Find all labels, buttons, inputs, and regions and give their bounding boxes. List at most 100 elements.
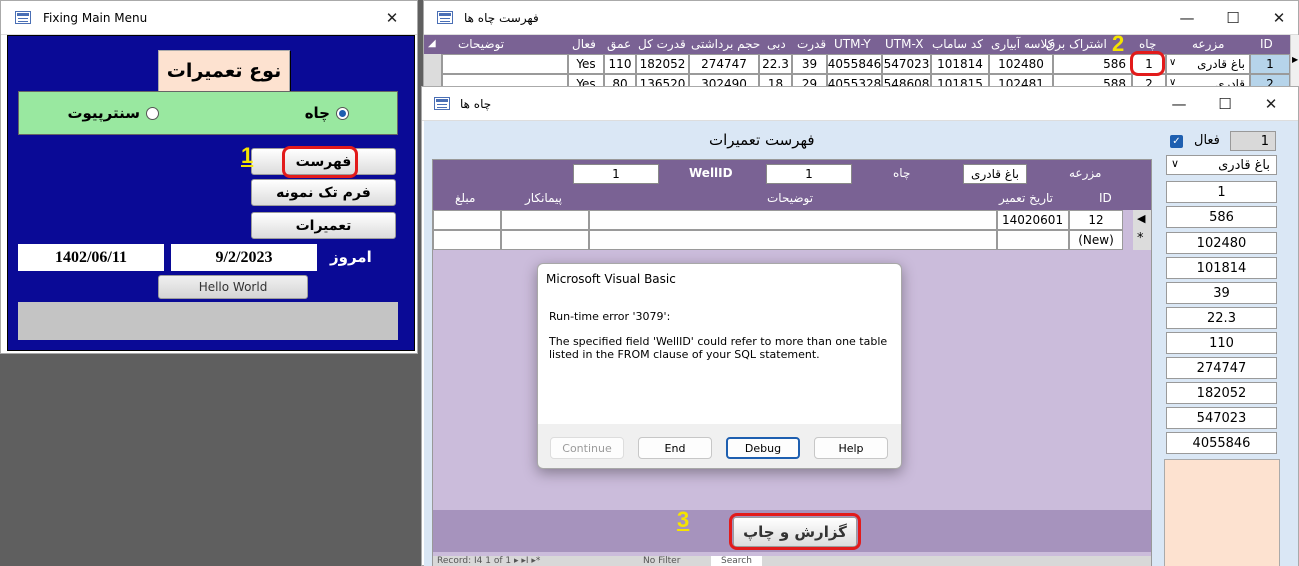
hello-world-button[interactable]: Hello World [158, 275, 308, 299]
col-power[interactable]: قدرت [797, 37, 826, 51]
col-utm-x[interactable]: UTM-X [885, 37, 923, 51]
step-1-label: 1 [241, 143, 254, 168]
repair-type-heading: نوع تعميرات [158, 50, 290, 92]
col-irrigation-class[interactable]: کلاسه آبیاری [991, 37, 1053, 51]
row1-depth[interactable]: 110 [604, 54, 636, 74]
no-filter-label[interactable]: No Filter [643, 556, 680, 566]
utm-y-field[interactable]: 4055846 [1166, 432, 1277, 454]
subrow-notes[interactable] [589, 210, 997, 230]
well-filter-box[interactable]: 1 [766, 164, 852, 184]
utm-x-field[interactable]: 547023 [1166, 407, 1277, 429]
row1-subscription[interactable]: 586 [1053, 54, 1132, 74]
row1-volume[interactable]: 274747 [689, 54, 759, 74]
row1-id[interactable]: 1 [1250, 54, 1290, 74]
record-nav-text[interactable]: Record: I4 1 of 1 ▸ ▸I ▸* [437, 556, 540, 566]
subcol-contractor[interactable]: پيمانکار [525, 191, 562, 205]
help-button[interactable]: Help [814, 437, 888, 459]
dialog-titlebar[interactable]: Microsoft Visual Basic [538, 264, 901, 296]
well-number-field[interactable]: 1 [1166, 181, 1277, 203]
subcol-id[interactable]: ID [1099, 191, 1112, 205]
col-id[interactable]: ID [1260, 37, 1273, 51]
col-power-subscription[interactable]: اشتراک برق [1046, 37, 1107, 51]
chevron-down-icon[interactable]: ∨ [1171, 157, 1179, 170]
row1-active[interactable]: Yes [568, 54, 604, 74]
wells-form-titlebar[interactable]: چاه ها — ☐ ✕ [422, 87, 1298, 121]
subcol-repair-date[interactable]: تاريخ تعمير [999, 191, 1053, 205]
radio-pivot[interactable]: سنترپيوت [67, 104, 159, 122]
wells-list-titlebar[interactable]: فهرست چاه ها — ☐ ✕ [424, 1, 1298, 35]
record-navigation-bar[interactable]: Record: I4 1 of 1 ▸ ▸I ▸* No Filter Sear… [433, 556, 1151, 566]
col-flow[interactable]: دبی [767, 37, 786, 51]
maximize-icon[interactable]: ☐ [1210, 1, 1256, 35]
highlight-report-button [729, 513, 861, 550]
subrow-date[interactable]: 14020601 [997, 210, 1069, 230]
window-title: چاه ها [460, 97, 492, 111]
col-well[interactable]: چاه [1139, 37, 1156, 51]
col-depth[interactable]: عمق [607, 37, 631, 51]
power-field[interactable]: 39 [1166, 282, 1277, 304]
row1-power[interactable]: 39 [792, 54, 827, 74]
close-icon[interactable]: ✕ [1256, 1, 1299, 35]
volume-field[interactable]: 274747 [1166, 357, 1277, 379]
farm-combo[interactable]: باغ قادری ∨ [1166, 155, 1277, 175]
col-utm-y[interactable]: UTM-Y [834, 37, 871, 51]
id-field[interactable]: 1 [1230, 131, 1276, 151]
record-selector-header: ◢ [428, 38, 436, 49]
chevron-down-icon[interactable]: ∨ [1169, 57, 1176, 68]
col-active[interactable]: فعال [572, 37, 596, 51]
active-checkbox[interactable]: ✓ [1170, 135, 1183, 148]
col-farm[interactable]: مزرعه [1192, 37, 1224, 51]
continue-button[interactable]: Continue [550, 437, 624, 459]
row1-flow[interactable]: 22.3 [759, 54, 792, 74]
minimize-icon[interactable]: — [1164, 1, 1210, 35]
maximize-icon[interactable]: ☐ [1202, 87, 1248, 121]
minimize-icon[interactable]: — [1156, 87, 1202, 121]
row1-samab[interactable]: 101814 [931, 54, 989, 74]
repairs-button[interactable]: تعميرات [251, 212, 396, 239]
subcol-notes[interactable]: توضيحات [767, 191, 813, 205]
col-notes[interactable]: توضیحات [458, 37, 504, 51]
subrow-id[interactable]: 12 [1069, 210, 1123, 230]
newrow-notes[interactable] [589, 230, 997, 250]
newrow-date[interactable] [997, 230, 1069, 250]
irrigation-class-field[interactable]: 102480 [1166, 232, 1277, 254]
search-box[interactable]: Search [711, 556, 762, 566]
scroll-up-icon[interactable]: ▶ [1292, 55, 1298, 64]
list-scrollbar[interactable]: ▶ [1290, 35, 1299, 91]
col-volume[interactable]: حجم برداشتی [691, 37, 760, 51]
col-samab-code[interactable]: کد ساماب [932, 37, 983, 51]
subrow-amount[interactable] [433, 210, 501, 230]
wellid-filter-box[interactable]: 1 [573, 164, 659, 184]
subform-record-selectors[interactable]: ◀ * [1133, 210, 1151, 250]
row1-total-power[interactable]: 182052 [636, 54, 689, 74]
depth-field[interactable]: 110 [1166, 332, 1277, 354]
close-icon[interactable]: ✕ [369, 1, 415, 35]
end-button[interactable]: End [638, 437, 712, 459]
subcol-amount[interactable]: مبلغ [455, 191, 475, 205]
row1-utm-x[interactable]: 547023 [882, 54, 931, 74]
subrow-contractor[interactable] [501, 210, 589, 230]
col-total-power[interactable]: قدرت کل [638, 37, 686, 51]
window-title: فهرست چاه ها [464, 11, 539, 25]
flow-field[interactable]: 22.3 [1166, 307, 1277, 329]
newrow-id[interactable]: (New) [1069, 230, 1123, 250]
single-form-button[interactable]: فرم تک نمونه [251, 179, 396, 206]
samab-code-field[interactable]: 101814 [1166, 257, 1277, 279]
close-icon[interactable]: ✕ [1248, 87, 1294, 121]
total-power-field[interactable]: 182052 [1166, 382, 1277, 404]
radio-well-label: چاه [304, 104, 330, 122]
radio-well[interactable]: چاه [305, 104, 349, 122]
main-menu-titlebar[interactable]: Fixing Main Menu ✕ [1, 1, 417, 35]
row1-farm[interactable]: باغ قادری ∨ [1166, 54, 1250, 74]
debug-button[interactable]: Debug [726, 437, 800, 459]
farm-filter-box[interactable]: باغ قادری [963, 164, 1027, 184]
subscription-field[interactable]: 586 [1166, 206, 1277, 228]
newrow-contractor[interactable] [501, 230, 589, 250]
status-bar [18, 302, 398, 340]
newrow-amount[interactable] [433, 230, 501, 250]
dialog-error-line: Run-time error '3079': [549, 310, 671, 323]
row1-notes[interactable] [442, 54, 568, 74]
row1-irrigation[interactable]: 102480 [989, 54, 1053, 74]
notes-memo[interactable] [1164, 459, 1280, 566]
row1-utm-y[interactable]: 4055846 [827, 54, 882, 74]
